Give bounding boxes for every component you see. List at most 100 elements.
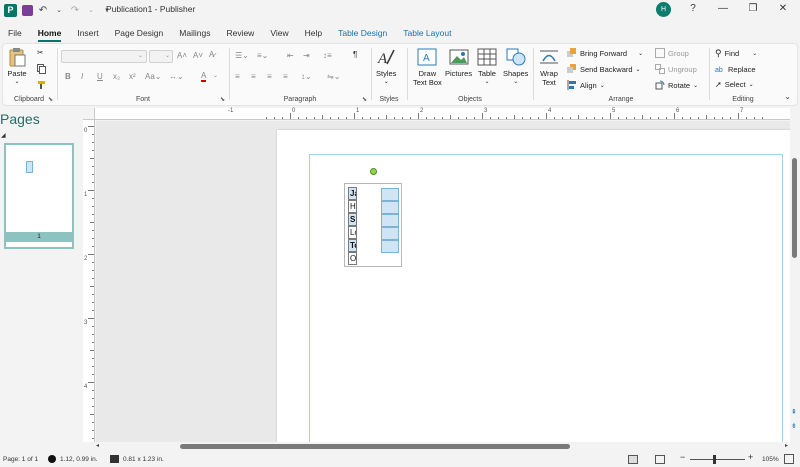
tab-table-layout[interactable]: Table Layout xyxy=(395,24,459,42)
scroll-left-icon[interactable]: ◂ xyxy=(96,442,99,449)
tab-file[interactable]: File xyxy=(0,24,30,42)
grow-font-icon[interactable]: A˄ xyxy=(177,51,187,60)
find-dropdown-icon[interactable]: ⌄ xyxy=(752,50,757,57)
paragraph-spacing-icon[interactable]: ↕⌄ xyxy=(301,72,312,81)
previous-page-icon[interactable]: ⇞ xyxy=(791,408,797,416)
close-button[interactable]: ✕ xyxy=(776,3,790,14)
tab-table-design[interactable]: Table Design xyxy=(330,24,395,42)
font-color-icon[interactable]: A xyxy=(201,71,207,82)
shapes-button[interactable]: Shapes ⌄ xyxy=(503,47,528,87)
horizontal-ruler[interactable]: -1 0 1 2 3 4 5 6 7 xyxy=(95,108,793,120)
clear-formatting-icon[interactable]: A̷ xyxy=(209,50,214,59)
align-button[interactable]: Align ⌄ xyxy=(567,80,605,90)
horizontal-scrollbar[interactable]: ◂ ▸ xyxy=(96,442,790,452)
table-cell[interactable]: O xyxy=(348,252,357,265)
vertical-ruler[interactable]: 0 1 2 3 4 xyxy=(83,120,95,442)
scroll-right-icon[interactable]: ▸ xyxy=(785,442,788,449)
styles-dropdown-icon[interactable]: ⌄ xyxy=(384,78,389,87)
zoom-out-icon[interactable]: − xyxy=(680,452,685,462)
increase-indent-icon[interactable]: ⇥ xyxy=(303,51,310,60)
underline-button[interactable]: U xyxy=(97,72,103,81)
tab-help[interactable]: Help xyxy=(297,24,330,42)
redo-dropdown-icon[interactable]: ⌄ xyxy=(85,4,97,16)
line-spacing-icon[interactable]: ↕≡ xyxy=(323,51,332,60)
table-cell[interactable] xyxy=(381,188,399,201)
text-direction-icon[interactable]: ⇋⌄ xyxy=(327,72,340,81)
table-cell[interactable]: Ja xyxy=(348,187,357,200)
table-object[interactable]: JaHSLcTcO xyxy=(344,183,402,267)
bold-button[interactable]: B xyxy=(65,72,71,81)
help-button[interactable]: ? xyxy=(686,3,700,14)
fit-page-icon[interactable] xyxy=(784,454,794,464)
find-button[interactable]: ⚲ Find ⌄ xyxy=(715,48,757,59)
zoom-slider-thumb[interactable] xyxy=(713,455,716,464)
collapse-pages-icon[interactable]: ◢ xyxy=(1,132,6,139)
table-cell[interactable] xyxy=(381,240,399,253)
styles-button[interactable]: A Styles ⌄ xyxy=(376,47,396,87)
two-page-view-icon[interactable] xyxy=(655,455,665,464)
replace-button[interactable]: ab Replace xyxy=(715,64,756,75)
send-backward-dropdown-icon[interactable]: ⌄ xyxy=(636,66,641,73)
collapse-ribbon-icon[interactable]: ⌄ xyxy=(784,92,791,101)
tab-page-design[interactable]: Page Design xyxy=(107,24,172,42)
redo-icon[interactable]: ↷ xyxy=(69,4,81,16)
vertical-scrollbar[interactable]: ⇞ ⇟ xyxy=(790,108,800,442)
table-cell[interactable] xyxy=(381,214,399,227)
shrink-font-icon[interactable]: A˅ xyxy=(193,51,203,60)
paste-dropdown-icon[interactable]: ⌄ xyxy=(14,78,19,87)
draw-text-box-button[interactable]: A Draw Text Box xyxy=(413,47,442,87)
subscript-icon[interactable]: x₂ xyxy=(113,72,120,81)
paste-button[interactable]: Paste ⌄ xyxy=(7,47,27,87)
change-case-icon[interactable]: Aa⌄ xyxy=(145,72,162,81)
publication-page[interactable] xyxy=(277,130,790,442)
clipboard-launcher-icon[interactable]: ⬊ xyxy=(48,96,53,103)
zoom-level[interactable]: 105% xyxy=(762,456,779,463)
font-launcher-icon[interactable]: ⬊ xyxy=(220,96,225,103)
align-left-icon[interactable]: ≡ xyxy=(235,72,240,81)
minimize-button[interactable]: — xyxy=(716,3,730,14)
table-dropdown-icon[interactable]: ⌄ xyxy=(484,78,489,87)
vertical-scroll-thumb[interactable] xyxy=(792,158,797,258)
align-dropdown-icon[interactable]: ⌄ xyxy=(600,82,605,89)
superscript-icon[interactable]: x² xyxy=(129,72,136,81)
tab-insert[interactable]: Insert xyxy=(69,24,106,42)
table-cell[interactable] xyxy=(381,227,399,240)
select-button[interactable]: ➚ Select ⌄ xyxy=(715,80,754,89)
tab-review[interactable]: Review xyxy=(218,24,262,42)
restore-button[interactable]: ❐ xyxy=(746,3,760,14)
zoom-in-icon[interactable]: + xyxy=(748,452,753,462)
pictures-button[interactable]: Pictures xyxy=(445,47,472,78)
font-size-combo[interactable]: ⌄ xyxy=(149,50,173,63)
zoom-slider[interactable] xyxy=(690,459,745,460)
wrap-text-button[interactable]: Wrap Text xyxy=(539,47,559,87)
user-avatar[interactable]: H xyxy=(656,2,671,17)
format-painter-icon[interactable] xyxy=(37,80,47,90)
rotation-handle[interactable] xyxy=(370,168,377,175)
group-button[interactable]: Group xyxy=(655,48,689,58)
cut-icon[interactable]: ✂ xyxy=(37,48,43,57)
justify-icon[interactable]: ≡ xyxy=(283,72,288,81)
table-button[interactable]: Table ⌄ xyxy=(477,47,497,87)
next-page-icon[interactable]: ⇟ xyxy=(791,422,797,430)
page-indicator[interactable]: Page: 1 of 1 xyxy=(3,456,38,463)
send-backward-button[interactable]: Send Backward ⌄ xyxy=(567,64,641,74)
bullets-icon[interactable]: ☰⌄ xyxy=(235,51,249,60)
table-cell[interactable] xyxy=(381,201,399,214)
tab-mailings[interactable]: Mailings xyxy=(171,24,218,42)
italic-button[interactable]: I xyxy=(81,72,83,81)
numbering-icon[interactable]: ≡⌄ xyxy=(257,51,268,60)
table-cell[interactable]: S xyxy=(348,213,357,226)
copy-icon[interactable] xyxy=(37,64,46,74)
single-page-view-icon[interactable] xyxy=(628,455,638,464)
tab-view[interactable]: View xyxy=(262,24,296,42)
decrease-indent-icon[interactable]: ⇤ xyxy=(287,51,294,60)
shapes-dropdown-icon[interactable]: ⌄ xyxy=(513,78,518,87)
select-dropdown-icon[interactable]: ⌄ xyxy=(749,81,754,88)
show-formatting-marks-icon[interactable]: ¶ xyxy=(353,50,357,59)
ungroup-button[interactable]: Ungroup xyxy=(655,64,697,74)
bring-forward-dropdown-icon[interactable]: ⌄ xyxy=(638,50,643,57)
bring-forward-button[interactable]: Bring Forward ⌄ xyxy=(567,48,643,58)
table-cell[interactable]: Lc xyxy=(348,226,357,239)
undo-dropdown-icon[interactable]: ⌄ xyxy=(53,4,65,16)
table-cell[interactable]: H xyxy=(348,200,357,213)
